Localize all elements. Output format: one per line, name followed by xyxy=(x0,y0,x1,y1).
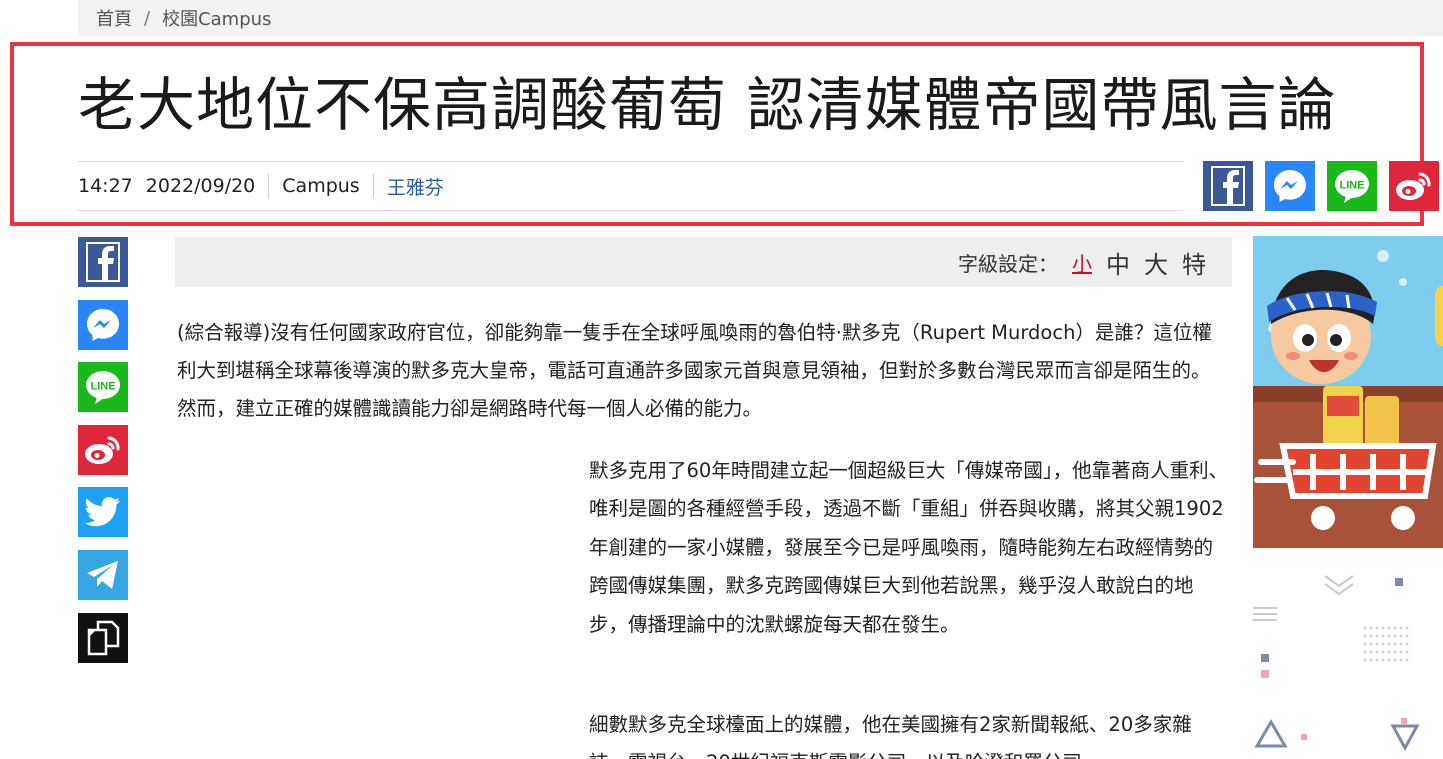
facebook-icon xyxy=(86,242,120,282)
breadcrumb: 首頁 / 校園Campus xyxy=(78,0,1443,36)
telegram-icon xyxy=(87,560,118,589)
article-paragraph: 細數默多克全球檯面上的媒體，他在美國擁有2家新聞報紙、20多家雜誌、電視台、20… xyxy=(589,713,1192,759)
share-line-button[interactable]: LINE xyxy=(1327,161,1377,211)
share-bar-top: LINE xyxy=(1203,161,1443,211)
article-paragraph: 默多克用了60年時間建立起一個超級巨大「傳媒帝國」，他靠著商人重利、唯利是圖的各… xyxy=(589,459,1229,636)
article-date: 2022/09/20 xyxy=(145,175,256,197)
share-messenger-button[interactable] xyxy=(1265,161,1315,211)
side-share-line-button[interactable]: LINE xyxy=(78,362,128,413)
font-size-medium[interactable]: 中 xyxy=(1106,245,1130,280)
font-size-label: 字級設定： xyxy=(958,251,1058,276)
font-size-settings: 字級設定： 小 中 大 特 xyxy=(175,237,1232,287)
line-icon: LINE xyxy=(1335,170,1369,203)
weibo-icon xyxy=(85,436,120,464)
side-share-messenger-button[interactable] xyxy=(78,299,128,350)
meta-separator xyxy=(372,174,374,198)
breadcrumb-separator: / xyxy=(144,7,151,29)
side-share-telegram-button[interactable] xyxy=(78,549,128,600)
article-lead: (綜合報導)沒有任何國家政府官位，卻能夠靠一隻手在全球呼風喚雨的魯伯特·默多克（… xyxy=(177,321,1212,420)
font-size-small[interactable]: 小 xyxy=(1072,248,1092,277)
share-bar-side: LINE xyxy=(78,237,128,675)
facebook-icon xyxy=(1211,166,1245,206)
breadcrumb-section[interactable]: 校園Campus xyxy=(162,5,271,31)
share-facebook-button[interactable] xyxy=(1203,161,1253,211)
article-title: 老大地位不保高調酸葡萄 認清媒體帝國帶風言論 xyxy=(78,71,1337,139)
font-size-extra-large[interactable]: 特 xyxy=(1182,245,1206,280)
side-share-facebook-button[interactable] xyxy=(78,237,128,287)
decorative-shapes xyxy=(1253,575,1420,752)
decorative-pattern xyxy=(1253,548,1443,759)
meta-divider-bottom xyxy=(78,210,1183,211)
embedded-media-placeholder xyxy=(177,452,567,752)
meta-divider-top xyxy=(78,161,1183,162)
article-time: 14:27 xyxy=(78,175,133,197)
article-meta: 14:27 2022/09/20 Campus 王雅芬 xyxy=(78,166,444,206)
article-author[interactable]: 王雅芬 xyxy=(387,173,444,200)
twitter-icon xyxy=(85,497,120,527)
line-icon-text: LINE xyxy=(1339,180,1364,192)
ad-illustration xyxy=(1253,236,1443,548)
advertisement-banner[interactable] xyxy=(1253,236,1443,548)
article-category[interactable]: Campus xyxy=(282,175,359,197)
line-icon-text: LINE xyxy=(90,381,115,393)
line-icon: LINE xyxy=(86,371,120,405)
share-weibo-button[interactable] xyxy=(1389,161,1439,211)
copy-link-button[interactable] xyxy=(78,612,128,663)
side-share-weibo-button[interactable] xyxy=(78,424,128,475)
side-share-twitter-button[interactable] xyxy=(78,487,128,538)
copy-icon xyxy=(87,620,120,655)
messenger-icon xyxy=(87,308,119,341)
weibo-icon xyxy=(1396,172,1431,200)
messenger-icon xyxy=(1274,170,1306,202)
breadcrumb-home[interactable]: 首頁 xyxy=(96,5,132,31)
meta-separator xyxy=(268,174,270,198)
font-size-large[interactable]: 大 xyxy=(1144,245,1168,280)
